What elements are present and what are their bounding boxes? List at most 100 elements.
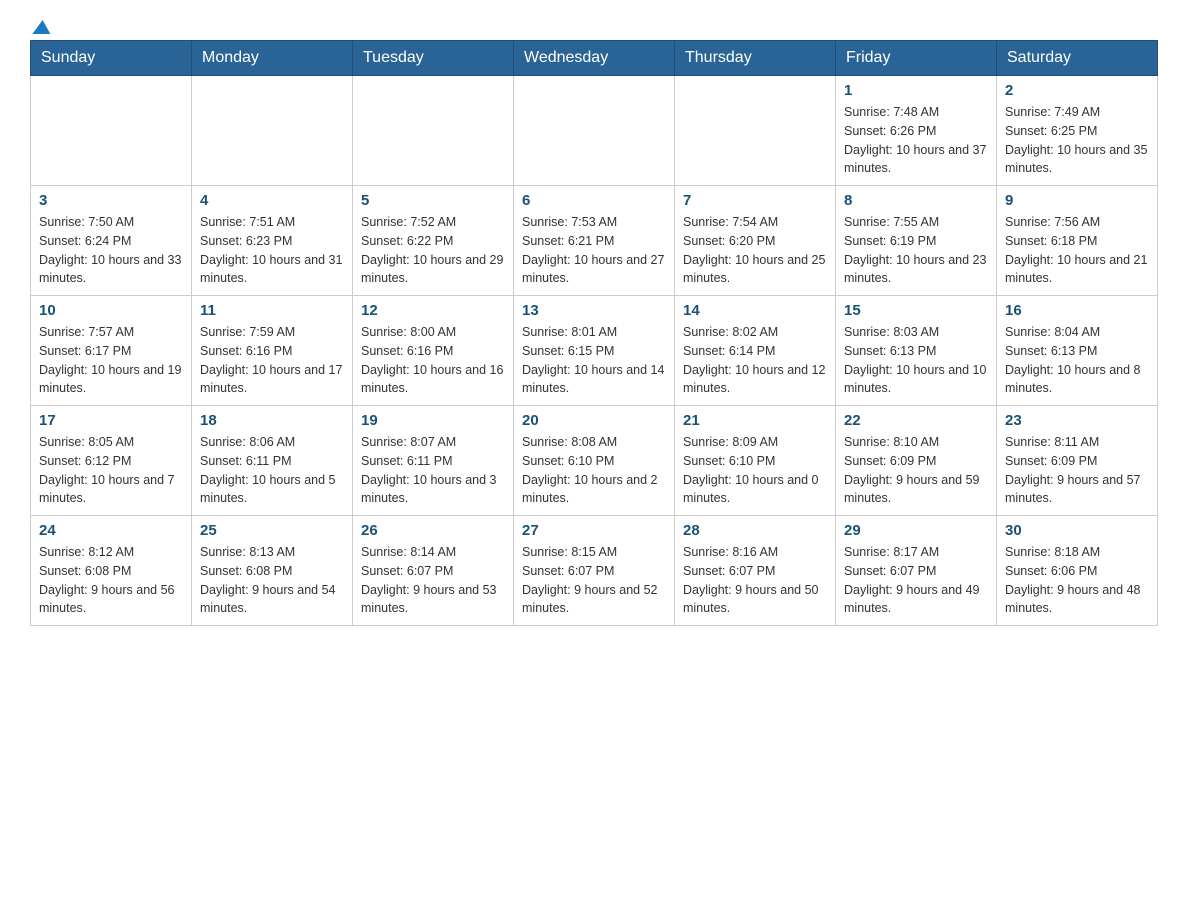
day-info: Sunrise: 8:04 AMSunset: 6:13 PMDaylight:… (1005, 323, 1149, 398)
logo (30, 20, 68, 30)
calendar-cell: 18Sunrise: 8:06 AMSunset: 6:11 PMDayligh… (192, 406, 353, 516)
calendar-cell: 20Sunrise: 8:08 AMSunset: 6:10 PMDayligh… (514, 406, 675, 516)
day-info: Sunrise: 7:54 AMSunset: 6:20 PMDaylight:… (683, 213, 827, 288)
calendar-cell (675, 76, 836, 186)
calendar-cell: 28 Sunrise: 8:16 AMSunset: 6:07 PMDayligh… (675, 516, 836, 626)
day-info: Sunrise: 8:09 AMSunset: 6:10 PMDaylight:… (683, 433, 827, 508)
day-number: 26 (361, 522, 505, 539)
day-number: 2 (1005, 82, 1149, 99)
calendar-cell: 23 Sunrise: 8:11 AMSunset: 6:09 PMDayligh… (997, 406, 1158, 516)
day-number: 6 (522, 192, 666, 209)
day-number: 17 (39, 412, 183, 429)
calendar-week-row: 10 Sunrise: 7:57 AMSunset: 6:17 PMDayligh… (31, 296, 1158, 406)
day-number: 29 (844, 522, 988, 539)
day-number: 7 (683, 192, 827, 209)
day-info: Sunrise: 8:16 AMSunset: 6:07 PMDaylight:… (683, 543, 827, 618)
day-info: Sunrise: 8:11 AMSunset: 6:09 PMDaylight:… (1005, 433, 1149, 508)
day-number: 16 (1005, 302, 1149, 319)
day-info: Sunrise: 8:15 AMSunset: 6:07 PMDaylight:… (522, 543, 666, 618)
day-info: Sunrise: 7:56 AMSunset: 6:18 PMDaylight:… (1005, 213, 1149, 288)
day-number: 5 (361, 192, 505, 209)
day-info: Sunrise: 8:12 AMSunset: 6:08 PMDaylight:… (39, 543, 183, 618)
weekday-header-tuesday: Tuesday (353, 41, 514, 76)
day-info: Sunrise: 8:10 AMSunset: 6:09 PMDaylight:… (844, 433, 988, 508)
day-number: 11 (200, 302, 344, 319)
calendar-cell: 24 Sunrise: 8:12 AMSunset: 6:08 PMDayligh… (31, 516, 192, 626)
day-number: 30 (1005, 522, 1149, 539)
weekday-header-saturday: Saturday (997, 41, 1158, 76)
day-number: 19 (361, 412, 505, 429)
calendar-cell: 17 Sunrise: 8:05 AMSunset: 6:12 PMDayligh… (31, 406, 192, 516)
day-number: 4 (200, 192, 344, 209)
day-number: 20 (522, 412, 666, 429)
day-number: 23 (1005, 412, 1149, 429)
day-number: 28 (683, 522, 827, 539)
day-info: Sunrise: 7:51 AMSunset: 6:23 PMDaylight:… (200, 213, 344, 288)
calendar-header-row: SundayMondayTuesdayWednesdayThursdayFrid… (31, 41, 1158, 76)
day-number: 22 (844, 412, 988, 429)
day-number: 13 (522, 302, 666, 319)
calendar-week-row: 24 Sunrise: 8:12 AMSunset: 6:08 PMDayligh… (31, 516, 1158, 626)
day-info: Sunrise: 8:03 AMSunset: 6:13 PMDaylight:… (844, 323, 988, 398)
calendar-cell: 3 Sunrise: 7:50 AMSunset: 6:24 PMDaylight… (31, 186, 192, 296)
calendar-cell (353, 76, 514, 186)
calendar-cell (514, 76, 675, 186)
day-number: 8 (844, 192, 988, 209)
calendar-cell: 29 Sunrise: 8:17 AMSunset: 6:07 PMDayligh… (836, 516, 997, 626)
calendar-week-row: 3 Sunrise: 7:50 AMSunset: 6:24 PMDaylight… (31, 186, 1158, 296)
day-info: Sunrise: 7:52 AMSunset: 6:22 PMDaylight:… (361, 213, 505, 288)
calendar-cell: 16 Sunrise: 8:04 AMSunset: 6:13 PMDayligh… (997, 296, 1158, 406)
day-number: 24 (39, 522, 183, 539)
day-number: 3 (39, 192, 183, 209)
calendar-table: SundayMondayTuesdayWednesdayThursdayFrid… (30, 40, 1158, 626)
day-number: 25 (200, 522, 344, 539)
day-number: 18 (200, 412, 344, 429)
calendar-cell: 6 Sunrise: 7:53 AMSunset: 6:21 PMDaylight… (514, 186, 675, 296)
weekday-header-monday: Monday (192, 41, 353, 76)
day-info: Sunrise: 7:48 AMSunset: 6:26 PMDaylight:… (844, 103, 988, 178)
calendar-cell: 8 Sunrise: 7:55 AMSunset: 6:19 PMDaylight… (836, 186, 997, 296)
day-number: 10 (39, 302, 183, 319)
day-number: 9 (1005, 192, 1149, 209)
calendar-cell: 11 Sunrise: 7:59 AMSunset: 6:16 PMDayligh… (192, 296, 353, 406)
day-info: Sunrise: 7:55 AMSunset: 6:19 PMDaylight:… (844, 213, 988, 288)
day-info: Sunrise: 8:14 AMSunset: 6:07 PMDaylight:… (361, 543, 505, 618)
calendar-cell: 9 Sunrise: 7:56 AMSunset: 6:18 PMDaylight… (997, 186, 1158, 296)
calendar-cell: 26 Sunrise: 8:14 AMSunset: 6:07 PMDayligh… (353, 516, 514, 626)
calendar-cell: 12Sunrise: 8:00 AMSunset: 6:16 PMDayligh… (353, 296, 514, 406)
calendar-cell: 15 Sunrise: 8:03 AMSunset: 6:13 PMDayligh… (836, 296, 997, 406)
calendar-cell: 14Sunrise: 8:02 AMSunset: 6:14 PMDayligh… (675, 296, 836, 406)
page-header (30, 20, 1158, 30)
calendar-cell (31, 76, 192, 186)
calendar-cell (192, 76, 353, 186)
calendar-cell: 2 Sunrise: 7:49 AMSunset: 6:25 PMDaylight… (997, 76, 1158, 186)
calendar-cell: 21 Sunrise: 8:09 AMSunset: 6:10 PMDayligh… (675, 406, 836, 516)
calendar-cell: 22 Sunrise: 8:10 AMSunset: 6:09 PMDayligh… (836, 406, 997, 516)
day-info: Sunrise: 7:53 AMSunset: 6:21 PMDaylight:… (522, 213, 666, 288)
day-info: Sunrise: 8:00 AMSunset: 6:16 PMDaylight:… (361, 323, 505, 398)
day-info: Sunrise: 7:59 AMSunset: 6:16 PMDaylight:… (200, 323, 344, 398)
weekday-header-friday: Friday (836, 41, 997, 76)
calendar-cell: 4 Sunrise: 7:51 AMSunset: 6:23 PMDaylight… (192, 186, 353, 296)
day-info: Sunrise: 8:18 AMSunset: 6:06 PMDaylight:… (1005, 543, 1149, 618)
calendar-cell: 30 Sunrise: 8:18 AMSunset: 6:06 PMDayligh… (997, 516, 1158, 626)
weekday-header-wednesday: Wednesday (514, 41, 675, 76)
day-number: 21 (683, 412, 827, 429)
calendar-cell: 1Sunrise: 7:48 AMSunset: 6:26 PMDaylight… (836, 76, 997, 186)
calendar-week-row: 1Sunrise: 7:48 AMSunset: 6:26 PMDaylight… (31, 76, 1158, 186)
weekday-header-sunday: Sunday (31, 41, 192, 76)
calendar-cell: 5 Sunrise: 7:52 AMSunset: 6:22 PMDaylight… (353, 186, 514, 296)
day-info: Sunrise: 8:01 AMSunset: 6:15 PMDaylight:… (522, 323, 666, 398)
calendar-week-row: 17 Sunrise: 8:05 AMSunset: 6:12 PMDayligh… (31, 406, 1158, 516)
weekday-header-thursday: Thursday (675, 41, 836, 76)
calendar-cell: 27Sunrise: 8:15 AMSunset: 6:07 PMDayligh… (514, 516, 675, 626)
day-info: Sunrise: 7:57 AMSunset: 6:17 PMDaylight:… (39, 323, 183, 398)
day-info: Sunrise: 7:49 AMSunset: 6:25 PMDaylight:… (1005, 103, 1149, 178)
day-info: Sunrise: 7:50 AMSunset: 6:24 PMDaylight:… (39, 213, 183, 288)
calendar-cell: 13 Sunrise: 8:01 AMSunset: 6:15 PMDayligh… (514, 296, 675, 406)
day-number: 15 (844, 302, 988, 319)
day-info: Sunrise: 8:05 AMSunset: 6:12 PMDaylight:… (39, 433, 183, 508)
calendar-cell: 25Sunrise: 8:13 AMSunset: 6:08 PMDayligh… (192, 516, 353, 626)
day-info: Sunrise: 8:17 AMSunset: 6:07 PMDaylight:… (844, 543, 988, 618)
calendar-cell: 7 Sunrise: 7:54 AMSunset: 6:20 PMDaylight… (675, 186, 836, 296)
